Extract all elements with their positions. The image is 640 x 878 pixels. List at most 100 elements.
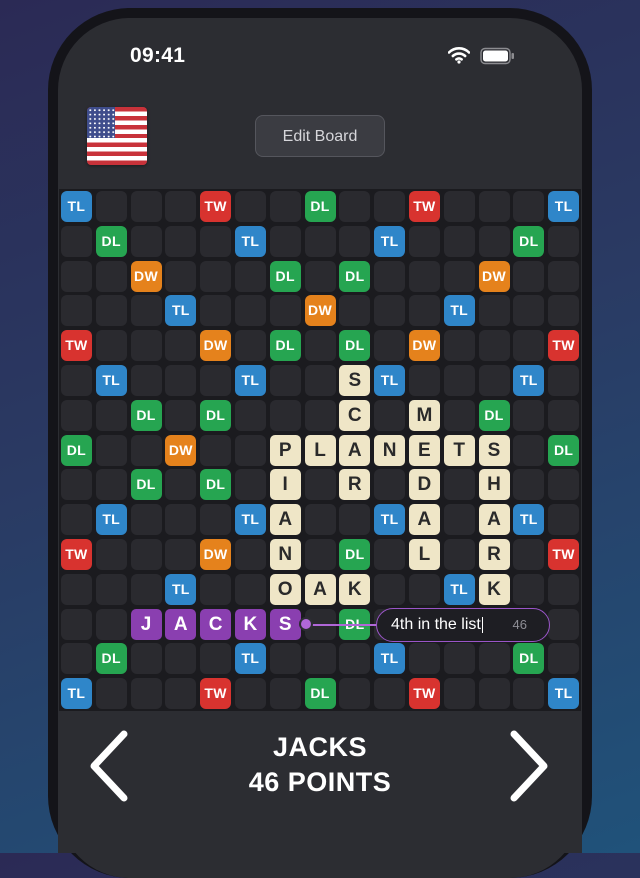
board-cell[interactable] <box>130 330 162 362</box>
board-cell[interactable] <box>408 364 440 396</box>
chevron-left-icon[interactable] <box>86 728 136 804</box>
board-cell[interactable] <box>269 190 301 222</box>
board-cell[interactable] <box>513 295 545 327</box>
board-cell[interactable] <box>130 538 162 570</box>
board-cell[interactable] <box>443 190 475 222</box>
board-cell[interactable] <box>165 469 197 501</box>
board-cell[interactable] <box>304 330 336 362</box>
board-cell[interactable] <box>374 260 406 292</box>
board-cell[interactable] <box>443 364 475 396</box>
letter-tile[interactable]: P <box>269 434 301 466</box>
letter-tile[interactable]: L <box>408 538 440 570</box>
board-cell[interactable] <box>200 295 232 327</box>
board-cell[interactable] <box>443 643 475 675</box>
board-cell[interactable] <box>443 469 475 501</box>
premium-square-dw[interactable]: DW <box>408 330 440 362</box>
premium-square-tl[interactable]: TL <box>234 504 266 536</box>
board-cell[interactable] <box>408 573 440 605</box>
premium-square-dl[interactable]: DL <box>513 643 545 675</box>
premium-square-tl[interactable]: TL <box>95 364 127 396</box>
premium-square-dl[interactable]: DL <box>478 399 510 431</box>
premium-square-tw[interactable]: TW <box>60 538 92 570</box>
board-cell[interactable] <box>95 573 127 605</box>
board-cell[interactable] <box>200 225 232 257</box>
chevron-right-icon[interactable] <box>502 728 552 804</box>
board-cell[interactable] <box>478 330 510 362</box>
board-cell[interactable] <box>60 225 92 257</box>
premium-square-dl[interactable]: DL <box>95 643 127 675</box>
board-cell[interactable] <box>478 678 510 710</box>
premium-square-dl[interactable]: DL <box>130 469 162 501</box>
board-cell[interactable] <box>513 330 545 362</box>
board-cell[interactable] <box>443 330 475 362</box>
board-cell[interactable] <box>374 190 406 222</box>
letter-tile[interactable]: K <box>339 573 371 605</box>
board-cell[interactable] <box>443 225 475 257</box>
board-cell[interactable] <box>234 434 266 466</box>
letter-tile[interactable]: A <box>339 434 371 466</box>
premium-square-tl[interactable]: TL <box>513 504 545 536</box>
board-cell[interactable] <box>304 364 336 396</box>
letter-tile[interactable]: A <box>304 573 336 605</box>
board-cell[interactable] <box>95 538 127 570</box>
board-cell[interactable] <box>200 434 232 466</box>
board-cell[interactable] <box>165 504 197 536</box>
board-cell[interactable] <box>165 330 197 362</box>
premium-square-tl[interactable]: TL <box>374 225 406 257</box>
premium-square-dw[interactable]: DW <box>165 434 197 466</box>
board-cell[interactable] <box>165 678 197 710</box>
board-cell[interactable] <box>130 643 162 675</box>
board-cell[interactable] <box>304 538 336 570</box>
letter-tile[interactable]: S <box>478 434 510 466</box>
board-cell[interactable] <box>234 330 266 362</box>
premium-square-tl[interactable]: TL <box>443 573 475 605</box>
board-cell[interactable] <box>234 538 266 570</box>
board-cell[interactable] <box>130 364 162 396</box>
board-cell[interactable] <box>60 504 92 536</box>
premium-square-tw[interactable]: TW <box>200 190 232 222</box>
board-cell[interactable] <box>408 643 440 675</box>
board-cell[interactable] <box>130 678 162 710</box>
board-cell[interactable] <box>130 190 162 222</box>
premium-square-dw[interactable]: DW <box>200 330 232 362</box>
board-cell[interactable] <box>548 643 580 675</box>
premium-square-dl[interactable]: DL <box>200 469 232 501</box>
letter-tile[interactable]: A <box>478 504 510 536</box>
board-cell[interactable] <box>234 678 266 710</box>
board-cell[interactable] <box>478 364 510 396</box>
board-cell[interactable] <box>269 399 301 431</box>
premium-square-tw[interactable]: TW <box>408 190 440 222</box>
premium-square-dl[interactable]: DL <box>304 190 336 222</box>
premium-square-dl[interactable]: DL <box>200 399 232 431</box>
board-cell[interactable] <box>408 225 440 257</box>
letter-tile[interactable]: K <box>478 573 510 605</box>
premium-square-dl[interactable]: DL <box>339 538 371 570</box>
board-cell[interactable] <box>269 678 301 710</box>
letter-tile[interactable]: L <box>304 434 336 466</box>
board-cell[interactable] <box>339 190 371 222</box>
board-cell[interactable] <box>304 504 336 536</box>
board-cell[interactable] <box>60 643 92 675</box>
board-cell[interactable] <box>513 538 545 570</box>
letter-tile[interactable]: D <box>408 469 440 501</box>
board-cell[interactable] <box>374 538 406 570</box>
board-cell[interactable] <box>60 295 92 327</box>
premium-square-tw[interactable]: TW <box>200 678 232 710</box>
premium-square-tl[interactable]: TL <box>95 504 127 536</box>
letter-tile[interactable]: N <box>374 434 406 466</box>
board-cell[interactable] <box>269 295 301 327</box>
letter-tile[interactable]: T <box>443 434 475 466</box>
board-cell[interactable] <box>443 399 475 431</box>
board-cell[interactable] <box>443 678 475 710</box>
board-cell[interactable] <box>339 643 371 675</box>
board-cell[interactable] <box>513 434 545 466</box>
board-cell[interactable] <box>478 295 510 327</box>
board-cell[interactable] <box>304 469 336 501</box>
letter-tile[interactable]: C <box>339 399 371 431</box>
premium-square-dl[interactable]: DL <box>130 399 162 431</box>
premium-square-tl[interactable]: TL <box>60 190 92 222</box>
premium-square-tl[interactable]: TL <box>234 225 266 257</box>
letter-tile[interactable]: A <box>408 504 440 536</box>
letter-tile[interactable]: A <box>269 504 301 536</box>
board-cell[interactable] <box>200 364 232 396</box>
